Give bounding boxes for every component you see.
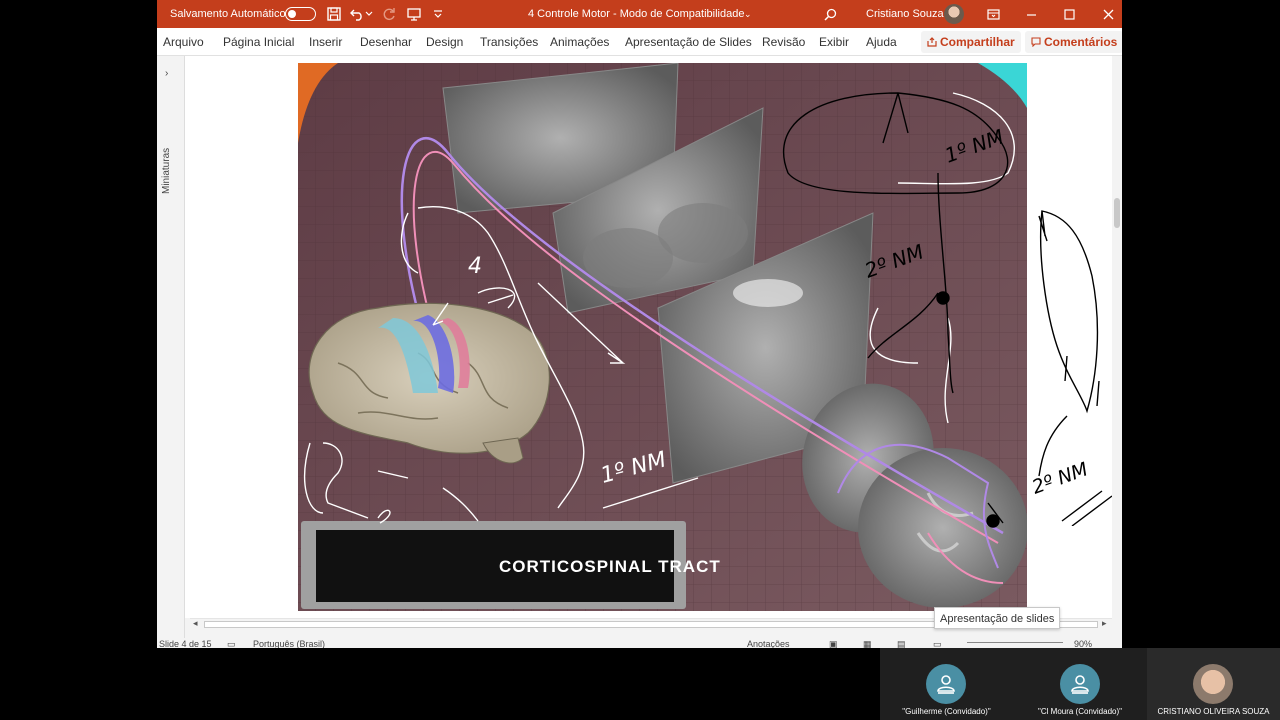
document-title[interactable]: 4 Controle Motor - Modo de Compatibilida…: [528, 0, 744, 28]
tab-apresentacao-de-slides[interactable]: Apresentação de Slides: [625, 28, 752, 56]
ribbon-display-icon[interactable]: [984, 5, 1002, 23]
participant-tile[interactable]: CRISTIANO OLIVEIRA SOUZA: [1147, 648, 1280, 720]
autosave-label: Salvamento Automático: [170, 8, 286, 20]
slide-counter: Slide 4 de 15: [159, 639, 212, 648]
language-label[interactable]: Português (Brasil): [253, 639, 325, 648]
ribbon-tabs: Arquivo Página Inicial Inserir Desenhar …: [157, 28, 1122, 56]
powerpoint-window: Salvamento Automático 4 Controle Motor -…: [157, 0, 1122, 648]
margin-ink: 2º NM: [1029, 210, 1113, 526]
vertical-scroll-thumb[interactable]: [1114, 198, 1120, 228]
person-icon: [937, 675, 955, 694]
slide-image: 4 1º NM 1º NM 2º NM CORTICOSPINAL TRACT: [298, 63, 1027, 611]
save-icon[interactable]: [325, 5, 343, 23]
autosave-toggle[interactable]: [285, 7, 316, 21]
vertical-scrollbar[interactable]: [1112, 56, 1122, 618]
reading-view-icon[interactable]: ▤: [897, 639, 906, 648]
tab-inserir[interactable]: Inserir: [309, 28, 342, 56]
comments-label: Comentários: [1044, 35, 1118, 49]
status-bar: Slide 4 de 15 ▭ Português (Brasil) Anota…: [157, 638, 1122, 648]
slide-caption: CORTICOSPINAL TRACT: [499, 557, 721, 576]
tab-animacoes[interactable]: Animações: [550, 28, 609, 56]
participant-name: "Guilherme (Convidado)": [902, 707, 991, 716]
participant-tile[interactable]: "Cl Moura (Convidado)": [1013, 648, 1147, 720]
comment-icon: [1031, 37, 1041, 48]
tab-exibir[interactable]: Exibir: [819, 28, 849, 56]
slide-content[interactable]: 4 1º NM 1º NM 2º NM CORTICOSPINAL TRACT: [298, 63, 1027, 611]
present-icon[interactable]: [405, 5, 423, 23]
tab-revisao[interactable]: Revisão: [762, 28, 805, 56]
tooltip: Apresentação de slides: [934, 607, 1061, 629]
scroll-left-icon[interactable]: ◂: [193, 618, 198, 629]
annotation-4: 4: [468, 254, 482, 279]
annotation-2nm-margin: 2º NM: [1029, 458, 1091, 498]
share-button[interactable]: Compartilhar: [921, 31, 1021, 53]
participant-avatar: [1060, 664, 1100, 704]
title-dropdown-icon[interactable]: ⌄: [744, 0, 752, 28]
undo-dropdown-icon[interactable]: [364, 5, 374, 23]
share-label: Compartilhar: [940, 35, 1015, 49]
tab-arquivo[interactable]: Arquivo: [163, 28, 204, 56]
participant-avatar: [926, 664, 966, 704]
notes-button[interactable]: Anotações: [747, 639, 790, 648]
participant-name: "Cl Moura (Convidado)": [1038, 707, 1122, 716]
scroll-right-icon[interactable]: ▸: [1102, 618, 1107, 629]
participant-tile[interactable]: "Guilherme (Convidado)": [880, 648, 1013, 720]
tab-design[interactable]: Design: [426, 28, 463, 56]
title-bar: Salvamento Automático 4 Controle Motor -…: [157, 0, 1122, 28]
redo-icon[interactable]: [380, 5, 398, 23]
thumbnails-label[interactable]: Miniaturas: [161, 148, 172, 194]
tab-transicoes[interactable]: Transições: [480, 28, 538, 56]
user-name[interactable]: Cristiano Souza: [866, 0, 944, 28]
close-icon[interactable]: [1099, 5, 1117, 23]
participant-photo-avatar: [1193, 664, 1233, 704]
accessibility-icon[interactable]: ▭: [227, 639, 236, 648]
screen: Salvamento Automático 4 Controle Motor -…: [0, 0, 1280, 720]
maximize-icon[interactable]: [1060, 5, 1078, 23]
thumbnails-pane[interactable]: › Miniaturas: [157, 56, 185, 638]
tab-ajuda[interactable]: Ajuda: [866, 28, 897, 56]
slide-sorter-icon[interactable]: ▦: [863, 639, 872, 648]
participant-name: CRISTIANO OLIVEIRA SOUZA: [1157, 707, 1270, 716]
tab-pagina-inicial[interactable]: Página Inicial: [223, 28, 294, 56]
person-icon: [1071, 675, 1089, 694]
user-avatar[interactable]: [944, 4, 964, 24]
tab-desenhar[interactable]: Desenhar: [360, 28, 412, 56]
zoom-slider[interactable]: [967, 642, 1063, 643]
zoom-level[interactable]: 90%: [1074, 639, 1092, 648]
slideshow-view-icon[interactable]: ▭: [933, 639, 942, 648]
toggle-knob: [288, 10, 296, 18]
normal-view-icon[interactable]: ▣: [829, 639, 838, 648]
search-icon[interactable]: [821, 5, 839, 23]
customize-toolbar-icon[interactable]: [429, 5, 447, 23]
minimize-icon[interactable]: [1022, 5, 1040, 23]
share-icon: [927, 37, 937, 47]
slide-editing-area[interactable]: 4 1º NM 1º NM 2º NM CORTICOSPINAL TRACT: [185, 56, 1113, 618]
comments-button[interactable]: Comentários: [1025, 31, 1122, 53]
expand-chevron-icon[interactable]: ›: [165, 68, 168, 79]
